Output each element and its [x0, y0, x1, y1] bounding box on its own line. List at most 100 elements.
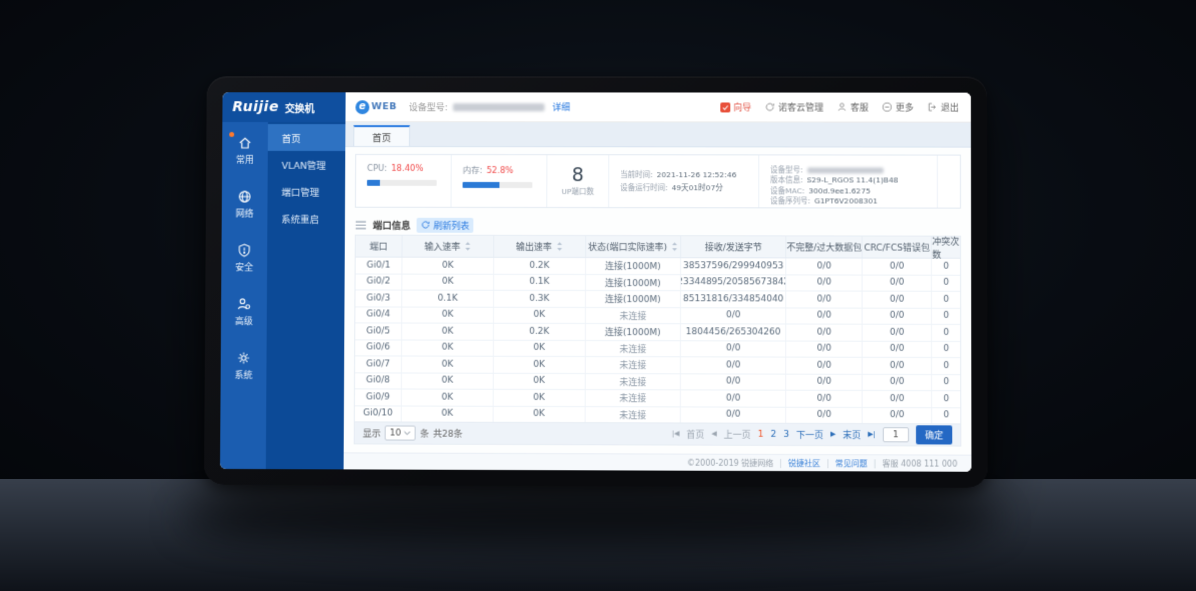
- cell-fragment-oversize: 0/0: [786, 391, 862, 407]
- logout-link[interactable]: 退出: [927, 101, 959, 114]
- confirm-button[interactable]: 确定: [916, 425, 952, 444]
- cell-port: Gi0/6: [355, 340, 402, 356]
- page-number-1[interactable]: 1: [758, 429, 764, 439]
- table-row[interactable]: Gi0/2 0K 0.1K 连接(1000M) 23344895/2058567…: [355, 274, 960, 292]
- col-output-rate[interactable]: 输出速率: [494, 236, 586, 257]
- table-row[interactable]: Gi0/1 0K 0.2K 连接(1000M) 38537596/2999409…: [356, 258, 961, 276]
- sort-icon[interactable]: [556, 241, 563, 252]
- cell-output-rate: 0.2K: [494, 324, 586, 340]
- cell-status: 未连接: [586, 307, 682, 323]
- col-status[interactable]: 状态(端口实际速率): [586, 236, 681, 257]
- cell-crc-fcs: 0/0: [863, 358, 932, 374]
- eweb-app-window: Ruijie 交换机 常用 网: [220, 92, 971, 472]
- mac-value: 300d.9ee1.6275: [809, 186, 871, 197]
- rail-item-advanced[interactable]: 高级: [221, 287, 267, 341]
- next-page-button[interactable]: 下一页 ▶: [796, 428, 835, 441]
- sort-icon[interactable]: [671, 241, 678, 252]
- cell-collisions: 0: [932, 358, 960, 374]
- rail-item-system[interactable]: 系统: [221, 341, 267, 395]
- col-rx-tx-bytes[interactable]: 接收/发送字节: [681, 236, 786, 257]
- cell-collisions: 0: [932, 325, 960, 341]
- first-page-button[interactable]: |◀ 首页: [672, 427, 705, 440]
- eweb-logo-icon: e: [355, 100, 369, 114]
- cell-input-rate: 0K: [402, 390, 494, 406]
- table-row[interactable]: Gi0/10 0K 0K 未连接 0/0 0/0 0/0 0: [355, 406, 960, 424]
- cell-rx-tx-bytes: 85131816/334854040: [681, 291, 786, 307]
- cell-fragment-oversize: 0/0: [786, 291, 862, 307]
- rail-label: 常用: [236, 153, 254, 166]
- rail-item-network[interactable]: 网络: [222, 180, 268, 234]
- table-row[interactable]: Gi0/3 0.1K 0.3K 连接(1000M) 85131816/33485…: [355, 290, 960, 308]
- page-size-select[interactable]: 10: [385, 425, 416, 440]
- table-row[interactable]: Gi0/9 0K 0K 未连接 0/0 0/0 0/0 0: [355, 389, 960, 407]
- cell-output-rate: 0.2K: [494, 258, 586, 274]
- system-icon: [236, 350, 252, 366]
- cell-input-rate: 0K: [402, 274, 494, 290]
- more-icon: [882, 102, 893, 113]
- col-port[interactable]: 端口: [356, 236, 403, 257]
- refresh-label: 刷新列表: [433, 218, 469, 231]
- cell-port: Gi0/3: [355, 290, 402, 306]
- refresh-icon: [421, 220, 431, 230]
- submenu-item-home[interactable]: 首页: [268, 124, 346, 151]
- action-label: 客服: [850, 101, 868, 114]
- table-row[interactable]: Gi0/6 0K 0K 未连接 0/0 0/0 0/0 0: [355, 340, 960, 358]
- up-ports-value: 8: [572, 165, 584, 185]
- cell-rx-tx-bytes: 23344895/20585673842: [681, 275, 786, 291]
- tab-home[interactable]: 首页: [353, 125, 410, 146]
- cell-fragment-oversize: 0/0: [786, 324, 862, 340]
- col-collisions[interactable]: 冲突次数: [932, 237, 960, 258]
- cell-port: Gi0/2: [356, 274, 403, 290]
- prev-page-button[interactable]: ◀ 上一页: [711, 428, 750, 441]
- table-header-row: 端口 输入速率 输出速率 状态(端口实际速率) 接收/发送字节 不完整/过大数据…: [356, 236, 960, 259]
- submenu-item-vlan[interactable]: VLAN管理: [268, 151, 346, 178]
- goto-page-input[interactable]: [883, 427, 909, 442]
- col-fragment-oversize[interactable]: 不完整/过大数据包: [787, 236, 863, 257]
- model-label: 设备型号:: [770, 165, 803, 176]
- cloud-management-link[interactable]: 诺客云管理: [764, 101, 823, 114]
- cell-port: Gi0/10: [355, 406, 402, 422]
- cell-output-rate: 0K: [494, 307, 586, 323]
- total-count: 共28条: [433, 427, 462, 440]
- support-link[interactable]: 客服: [836, 101, 868, 114]
- more-link[interactable]: 更多: [882, 101, 914, 114]
- separator: |: [873, 459, 876, 468]
- rail-item-security[interactable]: 安全: [221, 233, 267, 287]
- cell-status: 未连接: [585, 357, 681, 373]
- cell-collisions: 0: [932, 292, 960, 308]
- cell-crc-fcs: 0/0: [863, 391, 932, 407]
- last-page-button[interactable]: 末页 ▶|: [843, 428, 876, 441]
- cell-fragment-oversize: 0/0: [786, 341, 862, 357]
- cell-rx-tx-bytes: 0/0: [681, 357, 786, 373]
- table-row[interactable]: Gi0/5 0K 0.2K 连接(1000M) 1804456/26530426…: [355, 323, 960, 341]
- sort-icon[interactable]: [464, 241, 471, 252]
- col-crc-fcs[interactable]: CRC/FCS错误包: [863, 237, 932, 258]
- community-link[interactable]: 锐捷社区: [788, 458, 820, 469]
- cell-input-rate: 0K: [402, 340, 494, 356]
- cell-status: 未连接: [585, 374, 681, 390]
- cell-fragment-oversize: 0/0: [786, 407, 863, 423]
- refresh-list-button[interactable]: 刷新列表: [417, 217, 474, 232]
- menu-icon: [355, 219, 367, 230]
- device-model-label: 设备型号:: [409, 100, 448, 113]
- port-table: 端口 输入速率 输出速率 状态(端口实际速率) 接收/发送字节 不完整/过大数据…: [354, 235, 962, 425]
- detail-link[interactable]: 详细: [552, 100, 570, 113]
- table-row[interactable]: Gi0/4 0K 0K 未连接 0/0 0/0 0/0 0: [355, 307, 960, 325]
- cell-status: 未连接: [585, 390, 681, 406]
- faq-link[interactable]: 常见问题: [835, 458, 867, 469]
- page-number-3[interactable]: 3: [784, 429, 790, 439]
- col-input-rate[interactable]: 输入速率: [403, 236, 495, 257]
- table-row[interactable]: Gi0/8 0K 0K 未连接 0/0 0/0 0/0 0: [355, 373, 960, 391]
- submenu-item-port[interactable]: 端口管理: [267, 178, 345, 205]
- rail-item-common[interactable]: 常用: [222, 126, 268, 180]
- wizard-link[interactable]: 向导: [720, 100, 751, 113]
- cell-fragment-oversize: 0/0: [787, 258, 863, 274]
- table-row[interactable]: Gi0/7 0K 0K 未连接 0/0 0/0 0/0 0: [355, 356, 960, 374]
- cpu-stat: CPU: 18.40%: [356, 155, 452, 207]
- cell-input-rate: 0K: [402, 406, 494, 422]
- submenu-item-restart[interactable]: 系统重启: [267, 205, 345, 232]
- cell-status: 未连接: [585, 407, 681, 423]
- page-number-2[interactable]: 2: [771, 429, 777, 439]
- shield-icon: [236, 242, 252, 258]
- network-icon: [237, 189, 253, 205]
